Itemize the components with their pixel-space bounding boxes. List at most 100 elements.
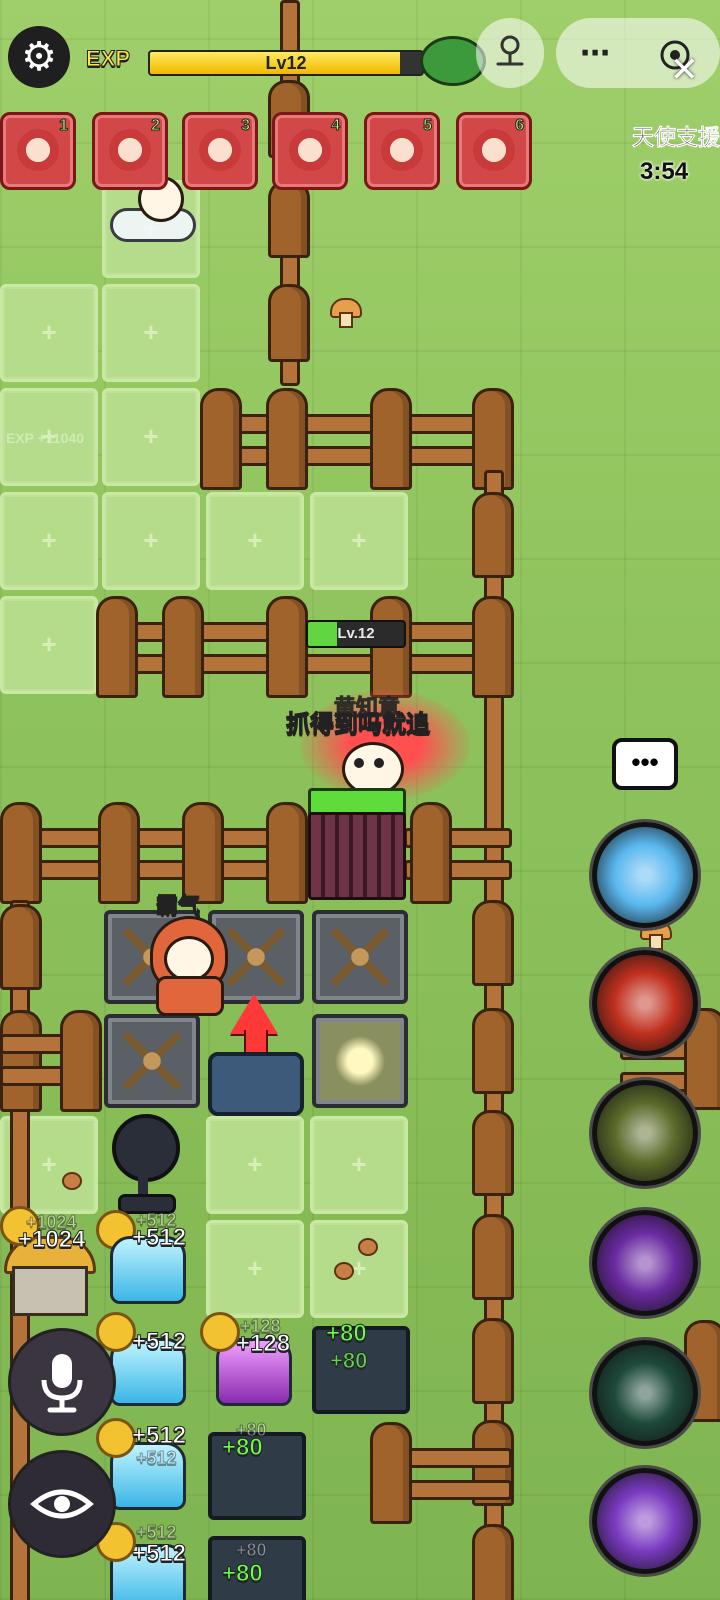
build-tile[interactable]: [310, 1220, 408, 1318]
resource-gain-text: +512: [131, 1224, 187, 1252]
skill-slot-1[interactable]: 1: [0, 112, 76, 190]
build-tile[interactable]: [0, 284, 98, 382]
joystick-button[interactable]: [476, 18, 544, 88]
lightning-figure-skill-icon: [615, 1103, 675, 1163]
shadow-wolf-skill-button[interactable]: [592, 1210, 698, 1316]
resource-gain-text: +512: [131, 1540, 187, 1568]
fence-post: [266, 802, 308, 904]
skill-slot-2[interactable]: 2: [92, 112, 168, 190]
cannon-turret[interactable]: [208, 1052, 304, 1116]
fence-post: [472, 1524, 514, 1600]
pebble: [358, 1238, 378, 1256]
fence-post: [0, 1010, 42, 1112]
angel-support-title: 天使支援: [631, 125, 720, 151]
pebble: [62, 1172, 82, 1190]
resource-ghost-text: +80: [236, 1420, 268, 1441]
countdown-timer: 3:54: [640, 158, 689, 185]
fence-post: [472, 1318, 514, 1404]
game-stage[interactable]: EXP +11040 Lv.12 黄知意 抓得到吗就追 霸气: [0, 0, 720, 1600]
player-sheep-character[interactable]: [150, 916, 230, 1016]
build-tile[interactable]: [102, 492, 200, 590]
build-tile[interactable]: [0, 596, 98, 694]
dark-monster-skill-button[interactable]: [592, 1468, 698, 1574]
shield-skill-icon: [615, 1363, 675, 1423]
crossbow-turret[interactable]: [312, 910, 408, 1004]
lightning-figure-skill-button[interactable]: [592, 1080, 698, 1186]
fence-post: [200, 388, 242, 490]
fence-post: [370, 1422, 412, 1524]
chat-button[interactable]: •••: [612, 738, 678, 790]
microphone-icon: [41, 1354, 83, 1413]
build-tile[interactable]: [102, 388, 200, 486]
fence-post: [472, 492, 514, 578]
upgrade-arrow-icon[interactable]: [230, 994, 278, 1034]
fence-rail: [206, 446, 512, 466]
enemy-level-bar: Lv.12: [306, 620, 406, 648]
gear-icon: ⚙: [21, 35, 57, 79]
fence-post: [0, 904, 42, 990]
purple-claw-icon: [289, 129, 331, 171]
resource-ghost-text: +80: [329, 1348, 368, 1374]
mushroom-pickup[interactable]: [330, 298, 362, 328]
fence-post: [266, 596, 308, 698]
resource-gain-text: +1024: [17, 1226, 86, 1254]
resource-gain-text: +512: [131, 1328, 187, 1356]
build-tile[interactable]: [310, 1116, 408, 1214]
build-tile[interactable]: [0, 492, 98, 590]
satellite-dish[interactable]: [112, 1114, 182, 1214]
settings-button[interactable]: ⚙: [8, 26, 70, 88]
fence-post: [0, 802, 42, 904]
build-tile[interactable]: [206, 492, 304, 590]
build-tile[interactable]: [206, 1220, 304, 1318]
fence-post: [162, 596, 204, 698]
fence-post: [472, 1214, 514, 1300]
close-icon[interactable]: ✕: [670, 50, 699, 90]
fence-post: [266, 388, 308, 490]
fence-post: [472, 596, 514, 698]
coin-icon: [96, 1418, 136, 1458]
shadow-wolf-skill-icon: [615, 1233, 675, 1293]
fence-post: [268, 180, 310, 258]
exp-label: EXP: [85, 46, 131, 72]
skill-slot-number: 4: [331, 117, 341, 135]
skill-slot-6[interactable]: 6: [456, 112, 532, 190]
glowing-turret[interactable]: [312, 1014, 408, 1108]
resource-ghost-text: +512: [136, 1522, 178, 1543]
resource-ghost-text: +512: [136, 1448, 178, 1469]
rage-face-skill-button[interactable]: [592, 950, 698, 1056]
shield-skill-button[interactable]: [592, 1340, 698, 1446]
enemy-speech-text: 抓得到吗就追: [286, 711, 431, 739]
skill-slot-number: 6: [515, 117, 525, 135]
claw-icon: [17, 129, 59, 171]
skill-slot-3[interactable]: 3: [182, 112, 258, 190]
crossbow-turret[interactable]: [104, 1014, 200, 1108]
coin-icon: [200, 1312, 240, 1352]
more-icon[interactable]: ⋯: [580, 36, 612, 71]
base-door[interactable]: [308, 812, 406, 900]
build-tile[interactable]: [310, 492, 408, 590]
build-tile[interactable]: [206, 1116, 304, 1214]
claw-icon: [381, 129, 423, 171]
eye-icon: [30, 1489, 94, 1519]
pebble: [334, 1262, 354, 1280]
resource-gain-text: +512: [131, 1422, 187, 1450]
voice-chat-button[interactable]: [8, 1328, 116, 1436]
skill-slot-5[interactable]: 5: [364, 112, 440, 190]
ice-blast-skill-button[interactable]: [592, 822, 698, 928]
skill-slot-4[interactable]: 4: [272, 112, 348, 190]
fence-post: [60, 1010, 102, 1112]
fence-post: [472, 1110, 514, 1196]
fence-post: [410, 802, 452, 904]
resource-gain-text: +80: [326, 1320, 368, 1348]
fence-post: [472, 900, 514, 986]
dark-monster-skill-icon: [615, 1491, 675, 1551]
build-tile[interactable]: [102, 284, 200, 382]
claw-icon: [473, 129, 515, 171]
skill-slot-number: 3: [241, 117, 251, 135]
skill-slot-number: 2: [151, 117, 161, 135]
mini-program-capsule[interactable]: ⋯ ✕: [556, 18, 720, 90]
view-toggle-button[interactable]: [8, 1450, 116, 1558]
fence-post: [268, 284, 310, 362]
fence-post: [98, 802, 140, 904]
fence-post: [370, 388, 412, 490]
